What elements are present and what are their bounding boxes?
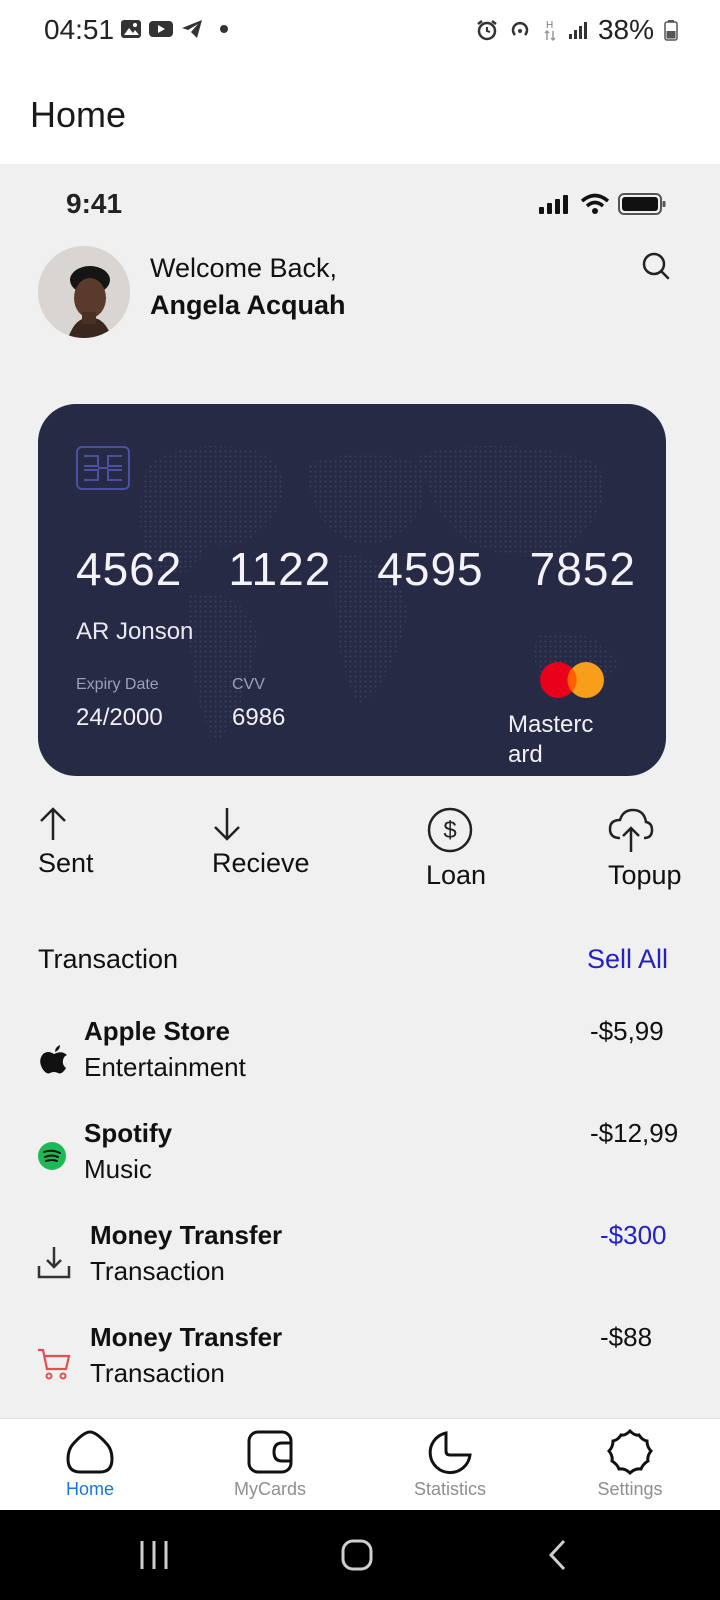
search-icon: [642, 252, 670, 280]
transaction-name: Money Transfer: [90, 1220, 283, 1250]
download-icon: [37, 1247, 71, 1279]
more-dot-icon: [220, 25, 228, 33]
avatar-photo: [38, 246, 130, 338]
mock-battery-icon: [618, 193, 666, 215]
cvv-label: CVV: [232, 676, 265, 693]
alarm-icon: [477, 20, 497, 41]
loan-label: Loan: [426, 860, 487, 890]
tab-mycards[interactable]: MyCards: [180, 1419, 360, 1511]
arrow-down-icon: [214, 808, 240, 841]
transaction-section-title: Transaction: [38, 944, 179, 974]
tab-settings-label: Settings: [597, 1479, 663, 1499]
mock-status-icons: [538, 192, 666, 216]
cvv-value: 6986: [232, 704, 286, 731]
statistics-icon: [428, 1431, 472, 1475]
battery-percent: 38%: [597, 14, 654, 45]
welcome-text: Welcome Back, Angela Acquah: [150, 250, 346, 324]
svg-text:H: H: [546, 20, 553, 31]
recent-apps-button[interactable]: [136, 1538, 172, 1572]
card-holder: AR Jonson: [76, 618, 194, 645]
system-indicators: H 38%: [476, 14, 678, 46]
system-time: 04:51: [44, 14, 115, 45]
transaction-amount: -$12,99: [590, 1118, 679, 1148]
youtube-icon: [149, 21, 173, 37]
cart-icon: [38, 1348, 71, 1380]
tab-statistics-label: Statistics: [413, 1479, 487, 1499]
gallery-icon: [121, 20, 141, 38]
transaction-name: Money Transfer: [90, 1322, 283, 1352]
transaction-name: Apple Store: [84, 1016, 230, 1046]
mock-status-time: 9:41: [66, 188, 123, 219]
tab-statistics[interactable]: Statistics: [360, 1419, 540, 1511]
card-number-group: 4562: [76, 543, 183, 595]
tab-home[interactable]: Home: [0, 1419, 180, 1511]
system-status-bar: 04:51 H 38%: [0, 0, 720, 64]
transaction-amount: -$300: [600, 1220, 667, 1250]
transaction-category: Transaction: [90, 1256, 225, 1286]
notification-icons: [120, 18, 228, 40]
card-number-group: 4595: [377, 543, 484, 595]
home-content[interactable]: 9:41 Welcome Back, Angela Acquah 4562 11…: [0, 164, 720, 1418]
card-number: 4562 1122 4595 7852: [76, 542, 636, 596]
dollar-circle-icon: $: [427, 807, 473, 853]
transaction-row[interactable]: Money Transfer Transaction -$300: [0, 1220, 720, 1300]
transaction-row[interactable]: Money Transfer Transaction -$88: [0, 1322, 720, 1402]
receive-label: Recieve: [212, 848, 310, 878]
transaction-category: Music: [84, 1154, 152, 1184]
spotify-icon: [38, 1142, 66, 1170]
loan-action[interactable]: $ Loan: [426, 806, 486, 891]
mock-signal-icon: [539, 195, 568, 214]
data-icon: H: [544, 20, 556, 42]
search-button[interactable]: [640, 250, 672, 282]
page-title: Home: [30, 94, 127, 135]
transaction-amount: -$88: [600, 1322, 653, 1352]
transaction-row[interactable]: Apple Store Entertainment -$5,99: [0, 1016, 720, 1096]
credit-card[interactable]: 4562 1122 4595 7852 AR Jonson Expiry Dat…: [38, 404, 666, 776]
tab-mycards-label: MyCards: [233, 1479, 306, 1499]
apple-icon: [40, 1045, 67, 1074]
transaction-category: Transaction: [90, 1358, 225, 1388]
transaction-row[interactable]: Spotify Music -$12,99: [0, 1118, 720, 1198]
cloud-upload-icon: [608, 808, 654, 852]
arrow-up-icon: [40, 807, 66, 840]
card-number-group: 7852: [529, 543, 636, 595]
topup-label: Topup: [608, 860, 682, 890]
home-icon: [66, 1430, 114, 1474]
settings-icon: [606, 1429, 654, 1475]
mock-wifi-icon: [580, 193, 610, 214]
home-nav-button[interactable]: [340, 1538, 374, 1572]
expiry-label: Expiry Date: [76, 676, 159, 693]
topup-action[interactable]: Topup: [608, 806, 682, 891]
avatar[interactable]: [38, 246, 130, 338]
expiry-value: 24/2000: [76, 704, 163, 731]
cards-icon: [247, 1430, 293, 1474]
tab-settings[interactable]: Settings: [540, 1419, 720, 1511]
transaction-name: Spotify: [84, 1118, 173, 1148]
mastercard-logo-icon: [540, 662, 604, 698]
battery-icon: [664, 20, 678, 41]
sent-label: Sent: [38, 848, 94, 878]
signal-icon: [568, 22, 587, 39]
transaction-amount: -$5,99: [590, 1016, 664, 1046]
tab-home-label: Home: [65, 1479, 114, 1499]
transaction-category: Entertainment: [84, 1052, 246, 1082]
back-nav-button[interactable]: [546, 1538, 570, 1572]
system-navigation-bar: [0, 1510, 720, 1600]
svg-text:$: $: [443, 817, 456, 844]
see-all-link[interactable]: Sell All: [587, 944, 668, 975]
card-chip-icon: [76, 446, 130, 490]
telegram-icon: [182, 20, 202, 38]
receive-action[interactable]: Recieve: [212, 806, 310, 879]
hotspot-icon: [511, 21, 529, 36]
card-number-group: 1122: [228, 543, 332, 595]
user-name: Angela Acquah: [150, 290, 346, 320]
sent-action[interactable]: Sent: [38, 806, 94, 879]
welcome-greeting: Welcome Back,: [150, 253, 338, 283]
card-brand: Masterc ard: [508, 711, 594, 768]
bottom-tab-bar: Home MyCards Statistics Settings: [0, 1418, 720, 1510]
app-header: Home: [0, 64, 720, 164]
